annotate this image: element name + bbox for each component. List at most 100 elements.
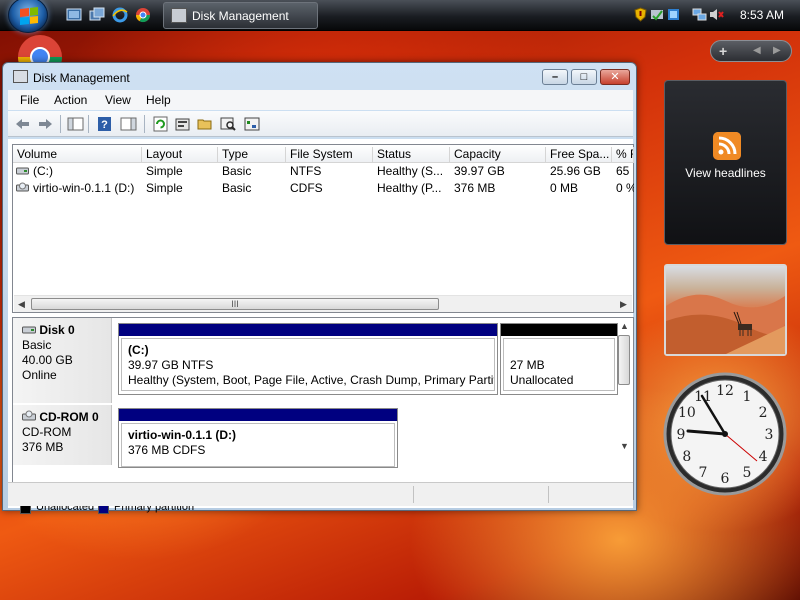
title-bar[interactable]: Disk Management – □ ✕ xyxy=(3,63,636,90)
minimize-button[interactable]: – xyxy=(542,69,568,85)
cell-capacity: 376 MB xyxy=(454,181,496,195)
desert-oryx-image xyxy=(666,294,785,354)
previous-page-icon[interactable]: ◀ xyxy=(753,45,761,56)
rss-feed-icon xyxy=(713,132,741,160)
disk-0-label[interactable]: Disk 0 Basic 40.00 GB Online xyxy=(13,318,112,403)
cell-volume: virtio-win-0.1.1 (D:) xyxy=(33,181,135,195)
disk-size: 376 MB xyxy=(22,440,64,454)
close-button[interactable]: ✕ xyxy=(600,69,630,85)
column-header-volume[interactable]: Volume xyxy=(13,147,142,163)
scroll-right-arrow-icon[interactable]: ▶ xyxy=(620,299,627,310)
partition-status: Unallocated xyxy=(510,373,574,387)
partition-d[interactable]: virtio-win-0.1.1 (D:) 376 MB CDFS xyxy=(118,408,398,468)
tray-clock[interactable]: 8:53 AM xyxy=(740,8,784,22)
scroll-grip: III xyxy=(231,299,239,309)
taskbar-disk-management-button[interactable]: Disk Management xyxy=(163,2,318,29)
add-gadget-icon[interactable]: + xyxy=(719,43,727,59)
window-title: Disk Management xyxy=(33,71,130,85)
menu-bar: File Action View Help xyxy=(8,90,633,110)
column-header-layout[interactable]: Layout xyxy=(142,147,218,163)
cell-file-system: NTFS xyxy=(290,164,322,178)
column-header-percent-free[interactable]: % F xyxy=(612,147,634,163)
partition-size: 39.97 GB NTFS xyxy=(128,358,214,372)
column-header-type[interactable]: Type xyxy=(218,147,286,163)
volume-row[interactable]: (C:) Simple Basic NTFS Healthy (S... 39.… xyxy=(13,163,633,180)
safely-remove-icon[interactable] xyxy=(650,7,665,22)
settings-icon[interactable] xyxy=(244,116,261,132)
cell-capacity: 39.97 GB xyxy=(454,164,505,178)
cell-layout: Simple xyxy=(146,164,183,178)
volume-row[interactable]: virtio-win-0.1.1 (D:) Simple Basic CDFS … xyxy=(13,180,634,197)
menu-view[interactable]: View xyxy=(105,93,131,107)
start-button[interactable] xyxy=(8,0,48,33)
slideshow-gadget[interactable] xyxy=(664,264,787,356)
clock-numeral: 10 xyxy=(678,405,696,421)
partition-status: Healthy (System, Boot, Page File, Active… xyxy=(128,373,495,387)
clock-gadget[interactable]: 121234567891011 xyxy=(662,371,788,497)
forward-arrow-icon[interactable] xyxy=(37,116,54,132)
taskbar-button-label: Disk Management xyxy=(192,9,289,23)
partition-label: (C:) xyxy=(128,343,149,357)
toolbar: ? xyxy=(8,111,633,137)
view-headlines-label[interactable]: View headlines xyxy=(665,166,786,180)
disk-type: CD-ROM xyxy=(22,425,72,439)
cdrom-0-label[interactable]: CD-ROM 0 CD-ROM 376 MB xyxy=(13,405,112,465)
vertical-scroll-thumb[interactable] xyxy=(618,335,630,385)
column-header-status[interactable]: Status xyxy=(373,147,450,163)
properties-icon[interactable] xyxy=(174,116,191,132)
cell-layout: Simple xyxy=(146,181,183,195)
internet-explorer-icon[interactable] xyxy=(112,7,128,23)
feed-headlines-gadget[interactable]: View headlines xyxy=(664,80,787,245)
cell-percent-free: 65 xyxy=(616,164,630,178)
action-center-icon[interactable] xyxy=(666,7,681,22)
horizontal-scroll-thumb[interactable]: III xyxy=(31,298,439,310)
partition-unallocated[interactable]: 27 MB Unallocated xyxy=(500,323,618,395)
security-shield-icon[interactable] xyxy=(633,7,648,22)
help-icon[interactable]: ? xyxy=(96,116,113,132)
switch-windows-icon[interactable] xyxy=(89,7,105,23)
show-hide-action-pane-icon[interactable] xyxy=(120,116,137,132)
maximize-button[interactable]: □ xyxy=(571,69,597,85)
cell-file-system: CDFS xyxy=(290,181,323,195)
cell-percent-free: 0 % xyxy=(616,181,634,195)
partition-c[interactable]: (C:) 39.97 GB NTFS Healthy (System, Boot… xyxy=(118,323,498,395)
primary-partition-bar xyxy=(119,324,497,336)
chrome-icon[interactable] xyxy=(135,7,151,23)
horizontal-scrollbar[interactable]: ◀ III ▶ xyxy=(14,295,632,312)
clock-numeral: 2 xyxy=(759,405,768,421)
back-arrow-icon[interactable] xyxy=(14,116,31,132)
open-folder-icon[interactable] xyxy=(197,116,214,132)
disk-panel: Disk 0 Basic 40.00 GB Online (C:) 39.97 … xyxy=(12,317,634,500)
explore-icon[interactable] xyxy=(220,116,237,132)
cell-type: Basic xyxy=(222,181,252,195)
show-desktop-icon[interactable] xyxy=(66,7,82,23)
volume-muted-icon[interactable] xyxy=(709,7,724,22)
menu-help[interactable]: Help xyxy=(146,93,171,107)
clock-numeral: 7 xyxy=(699,465,708,481)
network-icon[interactable] xyxy=(692,7,707,22)
clock-numeral: 1 xyxy=(743,389,752,405)
column-header-free-space[interactable]: Free Spa... xyxy=(546,147,612,163)
menu-action[interactable]: Action xyxy=(54,93,87,107)
clock-numeral: 6 xyxy=(721,471,730,487)
scroll-up-arrow-icon[interactable]: ▲ xyxy=(620,321,629,331)
vertical-scrollbar[interactable]: ▲ ▼ xyxy=(617,321,631,454)
cell-status: Healthy (S... xyxy=(377,164,444,178)
chrome-desktop-icon[interactable] xyxy=(17,34,63,64)
refresh-icon[interactable] xyxy=(152,116,169,132)
scroll-left-arrow-icon[interactable]: ◀ xyxy=(18,299,25,310)
partition-details: virtio-win-0.1.1 (D:) 376 MB CDFS xyxy=(121,423,395,467)
disk-name: CD-ROM 0 xyxy=(39,410,99,424)
disk-name: Disk 0 xyxy=(39,323,75,337)
column-header-capacity[interactable]: Capacity xyxy=(450,147,546,163)
volume-list: Volume Layout Type File System Status Ca… xyxy=(12,144,634,313)
scroll-down-arrow-icon[interactable]: ▼ xyxy=(620,441,629,451)
menu-file[interactable]: File xyxy=(20,93,39,107)
next-page-icon[interactable]: ▶ xyxy=(773,45,781,56)
volume-list-header: Volume Layout Type File System Status Ca… xyxy=(13,145,634,163)
app-icon[interactable] xyxy=(13,70,28,83)
cell-free-space: 0 MB xyxy=(550,181,579,195)
column-header-file-system[interactable]: File System xyxy=(286,147,373,163)
system-tray: 8:53 AM xyxy=(628,0,800,31)
show-hide-console-tree-icon[interactable] xyxy=(67,116,84,132)
